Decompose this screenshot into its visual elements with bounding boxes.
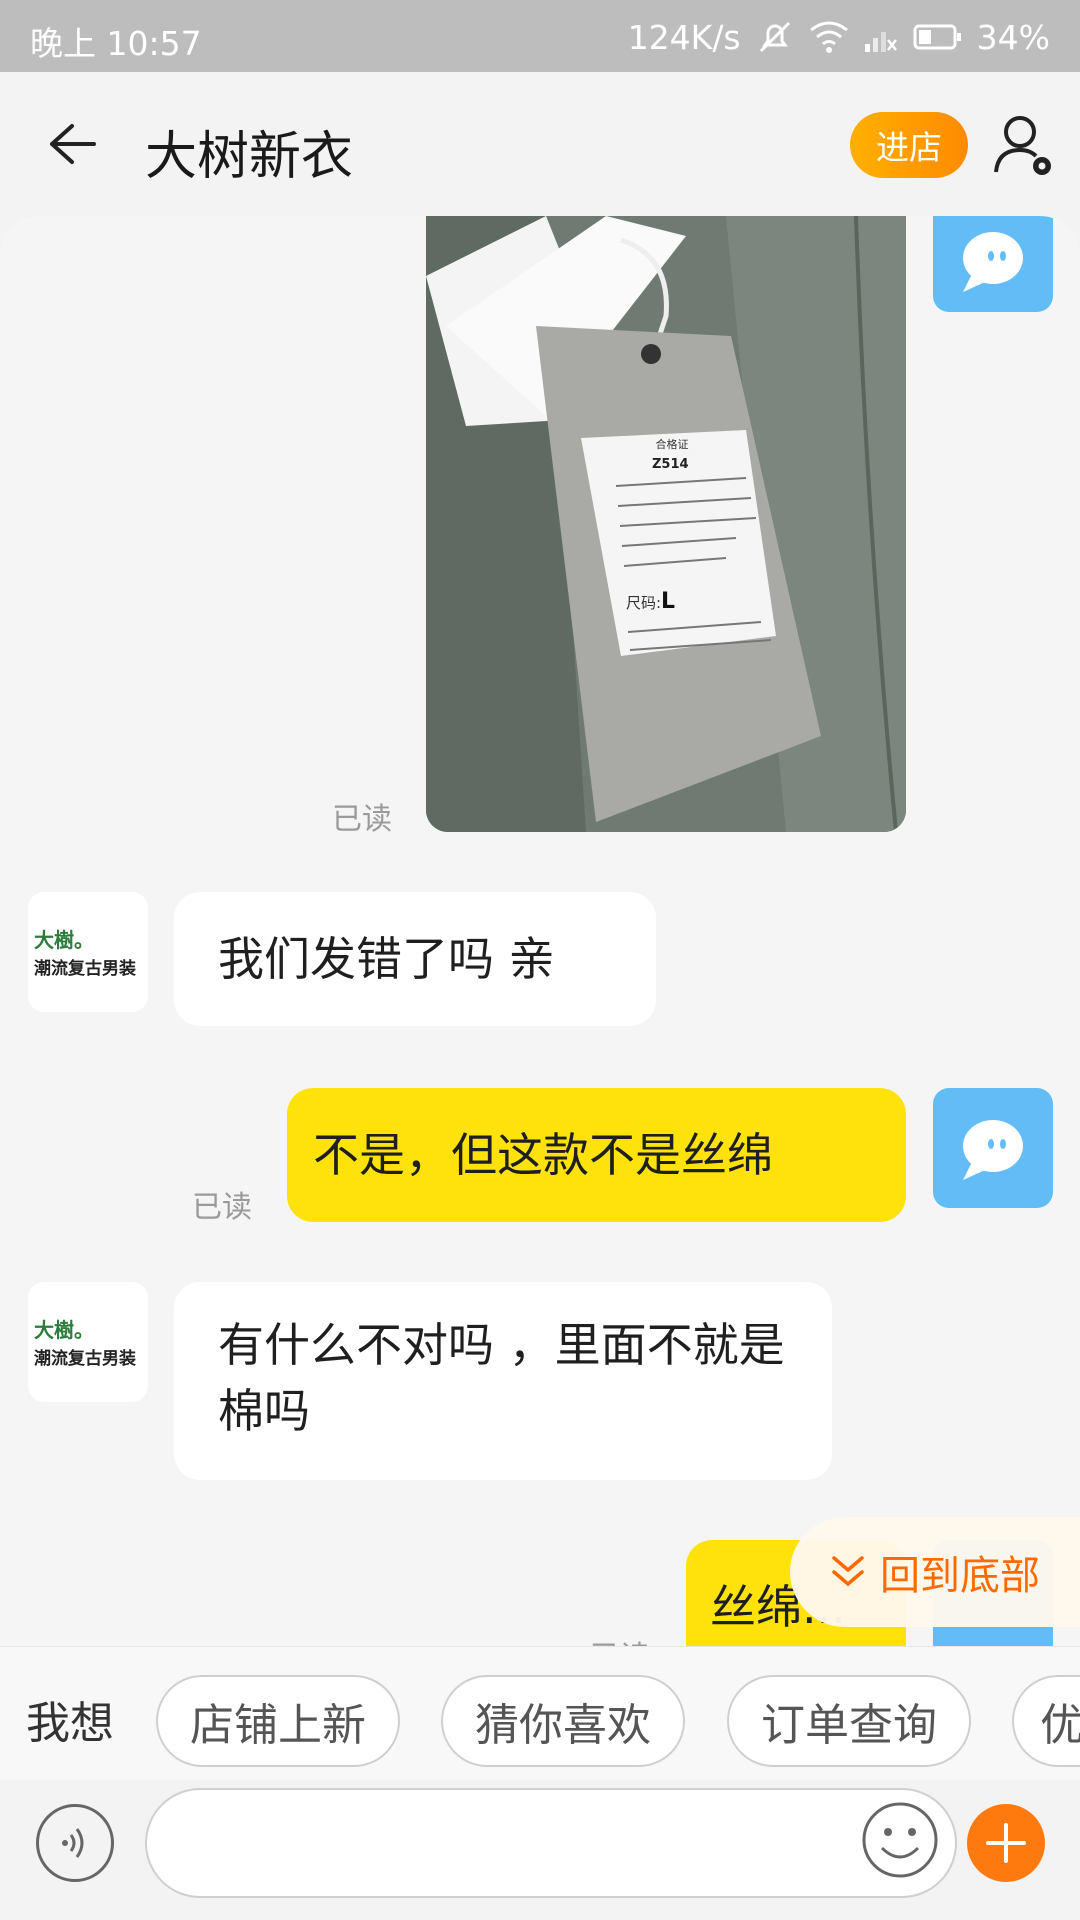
shop-avatar[interactable]: 大樹。 潮流复古男装 [28, 892, 148, 1012]
back-button[interactable] [40, 114, 100, 174]
garment-tag-photo: 合格证 Z514 尺码: L [426, 216, 906, 832]
tag-title: 合格证 [656, 437, 689, 451]
back-arrow-icon [50, 124, 96, 164]
back-to-bottom-button[interactable]: 回到底部 [790, 1517, 1080, 1627]
shop-avatar-line1: 大樹。 [34, 928, 94, 952]
quick-reply-chip[interactable]: 订单查询 [727, 1675, 971, 1767]
battery-icon [913, 24, 961, 50]
chat-bubble-logo-icon [963, 232, 1023, 292]
self-avatar[interactable] [933, 1088, 1053, 1208]
quick-reply-bar: 我想 店铺上新 猜你喜欢 订单查询 优 [0, 1646, 1080, 1780]
read-status: 已读 [192, 1190, 252, 1225]
image-message[interactable]: 合格证 Z514 尺码: L [426, 216, 906, 832]
back-to-bottom-label: 回到底部 [880, 1553, 1040, 1599]
quick-reply-chip[interactable]: 猜你喜欢 [441, 1675, 685, 1767]
signal-icon [864, 32, 897, 52]
status-time: 晚上 10:57 [30, 24, 202, 63]
shop-avatar-line2: 潮流复古男装 [34, 959, 136, 979]
double-chevron-down-icon [832, 1556, 864, 1586]
battery-percent: 34% [976, 17, 1050, 57]
quick-reply-chip[interactable]: 店铺上新 [156, 1675, 400, 1767]
emoji-button[interactable] [860, 1800, 940, 1880]
chat-bubble-logo-icon [963, 1120, 1023, 1180]
self-avatar[interactable] [933, 216, 1053, 312]
tag-size-label: 尺码: [626, 594, 661, 612]
input-bar [0, 1780, 1080, 1920]
shop-message-bubble[interactable]: 我们发错了吗 亲 [174, 892, 656, 1026]
shop-avatar[interactable]: 大樹。 潮流复古男装 [28, 1282, 148, 1402]
read-status: 已读 [332, 802, 392, 837]
status-bar: 晚上 10:57 124K/s 34% [0, 0, 1080, 72]
quick-reply-chip[interactable]: 优 [1012, 1675, 1080, 1767]
message-input[interactable] [145, 1788, 957, 1898]
wifi-icon [809, 21, 848, 53]
enter-shop-button[interactable]: 进店 [850, 112, 968, 178]
plus-icon [986, 1823, 1026, 1863]
smiley-icon [862, 1802, 938, 1878]
mute-bell-icon [759, 21, 790, 53]
more-actions-button[interactable] [967, 1804, 1045, 1882]
title-bar: 大树新衣 进店 [0, 72, 1080, 216]
page-title: 大树新衣 [145, 127, 354, 187]
voice-input-button[interactable] [36, 1804, 114, 1882]
tag-size: L [661, 589, 675, 614]
voice-wave-icon [62, 1828, 84, 1858]
read-status: 已读 [590, 1632, 650, 1646]
network-speed: 124K/s [627, 17, 741, 57]
shop-avatar-line1: 大樹。 [34, 1318, 94, 1342]
shop-message-bubble[interactable]: 有什么不对吗 ，里面不就是棉吗 [174, 1282, 832, 1480]
tag-product-code: Z514 [652, 457, 689, 472]
profile-settings-icon[interactable] [990, 110, 1060, 180]
shop-avatar-line2: 潮流复古男装 [34, 1349, 136, 1369]
quick-reply-label: 我想 [26, 1698, 114, 1749]
self-message-bubble[interactable]: 不是，但这款不是丝绵 [287, 1088, 906, 1222]
chat-area[interactable]: 合格证 Z514 尺码: L 已读 大樹。 潮流复古男装 我们发错了吗 亲 已读… [0, 216, 1080, 1646]
